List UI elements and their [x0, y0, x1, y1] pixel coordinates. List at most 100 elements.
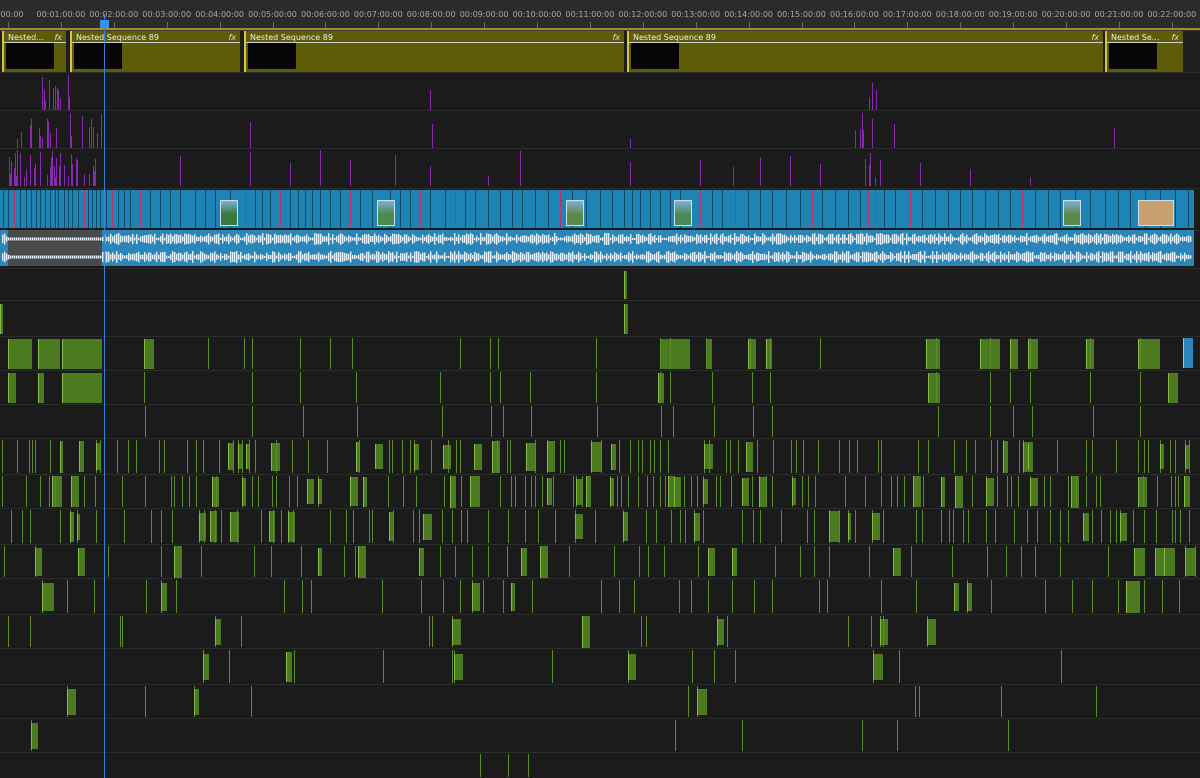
broll-clip[interactable]: [42, 582, 54, 611]
broll-clip[interactable]: [694, 512, 700, 541]
broll-clip[interactable]: [443, 444, 451, 469]
broll-clip[interactable]: [1030, 477, 1038, 506]
broll-clip[interactable]: [1003, 440, 1008, 473]
broll-clip[interactable]: [31, 722, 38, 749]
broll-clip-fx[interactable]: [62, 338, 102, 369]
broll-clip[interactable]: [872, 513, 880, 540]
broll-clip[interactable]: [628, 653, 636, 680]
broll-clip[interactable]: [928, 372, 940, 403]
broll-clip[interactable]: [926, 338, 940, 369]
broll-clip[interactable]: [242, 477, 246, 506]
broll-clip[interactable]: [307, 479, 314, 504]
broll-clip[interactable]: [144, 338, 154, 369]
broll-clip[interactable]: [161, 582, 167, 611]
nested-sequence-clip[interactable]: Nested Sequence 89 fx: [627, 31, 1103, 72]
timeline-panel[interactable]: 00:00 00:01:00:00 00:02:00:00 00:03:00:00 00…: [0, 0, 1200, 778]
broll-clip[interactable]: [269, 511, 275, 542]
playhead-icon[interactable]: [100, 20, 109, 28]
broll-clip[interactable]: [913, 476, 921, 507]
broll-clip[interactable]: [759, 476, 766, 507]
broll-clip[interactable]: [1134, 547, 1145, 576]
broll-clip[interactable]: [746, 441, 753, 472]
nested-sequence-clip[interactable]: Nested Sequence 89 fx: [70, 31, 240, 72]
broll-clip[interactable]: [1168, 372, 1178, 403]
broll-clip[interactable]: [742, 477, 749, 506]
broll-clip[interactable]: [70, 511, 74, 542]
work-area-bar[interactable]: [0, 28, 1200, 30]
broll-clip[interactable]: [350, 477, 358, 506]
broll-clip[interactable]: [38, 372, 44, 403]
broll-clip[interactable]: [1160, 444, 1164, 469]
broll-clip[interactable]: [78, 547, 85, 576]
broll-clip[interactable]: [1120, 512, 1127, 541]
broll-clip[interactable]: [1164, 547, 1175, 576]
broll-clip[interactable]: [419, 547, 424, 576]
broll-clip-blue[interactable]: [1183, 338, 1193, 368]
broll-clip[interactable]: [60, 440, 63, 473]
broll-clip[interactable]: [893, 547, 901, 576]
broll-clip[interactable]: [792, 478, 796, 505]
broll-clip[interactable]: [526, 442, 535, 471]
broll-clip[interactable]: [450, 475, 456, 508]
broll-clip[interactable]: [941, 476, 945, 507]
broll-clip[interactable]: [1071, 475, 1079, 508]
broll-clip[interactable]: [611, 443, 616, 470]
broll-clip[interactable]: [470, 476, 480, 507]
nested-sequence-clip[interactable]: Nested... fx: [2, 31, 66, 72]
broll-clip[interactable]: [766, 338, 772, 369]
broll-clip[interactable]: [1010, 338, 1018, 369]
broll-clip[interactable]: [732, 547, 737, 576]
broll-clip[interactable]: [414, 443, 419, 470]
broll-clip[interactable]: [540, 545, 548, 578]
broll-clip[interactable]: [215, 618, 221, 645]
broll-clip[interactable]: [452, 618, 461, 645]
time-ruler[interactable]: 00:00 00:01:00:00 00:02:00:00 00:03:00:00 00…: [0, 0, 1200, 31]
playhead-line[interactable]: [104, 14, 105, 778]
broll-clip[interactable]: [492, 440, 500, 473]
broll-clip[interactable]: [375, 444, 383, 469]
broll-clip[interactable]: [1028, 444, 1033, 469]
broll-clip[interactable]: [880, 618, 888, 645]
broll-clip[interactable]: [624, 303, 628, 334]
broll-clip[interactable]: [174, 545, 182, 578]
broll-clip[interactable]: [77, 513, 80, 540]
broll-clip[interactable]: [624, 270, 627, 299]
broll-clip[interactable]: [1083, 512, 1089, 541]
broll-clip[interactable]: [955, 475, 963, 508]
fx-badge-icon[interactable]: fx: [612, 33, 620, 42]
broll-clip[interactable]: [954, 582, 959, 611]
broll-clip[interactable]: [358, 545, 366, 578]
broll-clip[interactable]: [318, 547, 322, 576]
broll-clip[interactable]: [0, 303, 3, 334]
broll-clip[interactable]: [708, 547, 715, 576]
broll-clip[interactable]: [575, 514, 583, 539]
broll-clip[interactable]: [194, 688, 199, 715]
broll-clip[interactable]: [697, 688, 707, 715]
broll-clip-fx[interactable]: [38, 338, 60, 369]
fx-badge-icon[interactable]: fx: [1171, 33, 1179, 42]
broll-clip[interactable]: [927, 618, 936, 645]
broll-clip[interactable]: [591, 441, 601, 472]
broll-clip[interactable]: [660, 338, 690, 369]
broll-clip[interactable]: [454, 653, 463, 680]
broll-clip[interactable]: [848, 513, 851, 540]
broll-clip[interactable]: [8, 372, 16, 403]
fx-badge-icon[interactable]: fx: [228, 33, 236, 42]
nested-sequence-clip[interactable]: Nested Sequence 89 fx: [244, 31, 624, 72]
broll-clip[interactable]: [873, 653, 883, 680]
broll-clip[interactable]: [674, 476, 681, 507]
fx-badge-icon[interactable]: fx: [54, 33, 62, 42]
broll-clip[interactable]: [610, 477, 614, 506]
broll-clip[interactable]: [986, 477, 994, 506]
broll-clip[interactable]: [1184, 476, 1190, 507]
broll-clip[interactable]: [623, 512, 628, 541]
broll-clip[interactable]: [511, 582, 515, 611]
broll-clip[interactable]: [547, 478, 552, 505]
broll-clip[interactable]: [967, 582, 972, 611]
broll-clip[interactable]: [1155, 547, 1164, 576]
nested-sequence-clip[interactable]: Nested Se... fx: [1105, 31, 1183, 72]
broll-clip[interactable]: [717, 618, 724, 645]
broll-clip[interactable]: [547, 441, 555, 472]
broll-clip[interactable]: [79, 441, 84, 472]
broll-clip[interactable]: [472, 582, 480, 611]
